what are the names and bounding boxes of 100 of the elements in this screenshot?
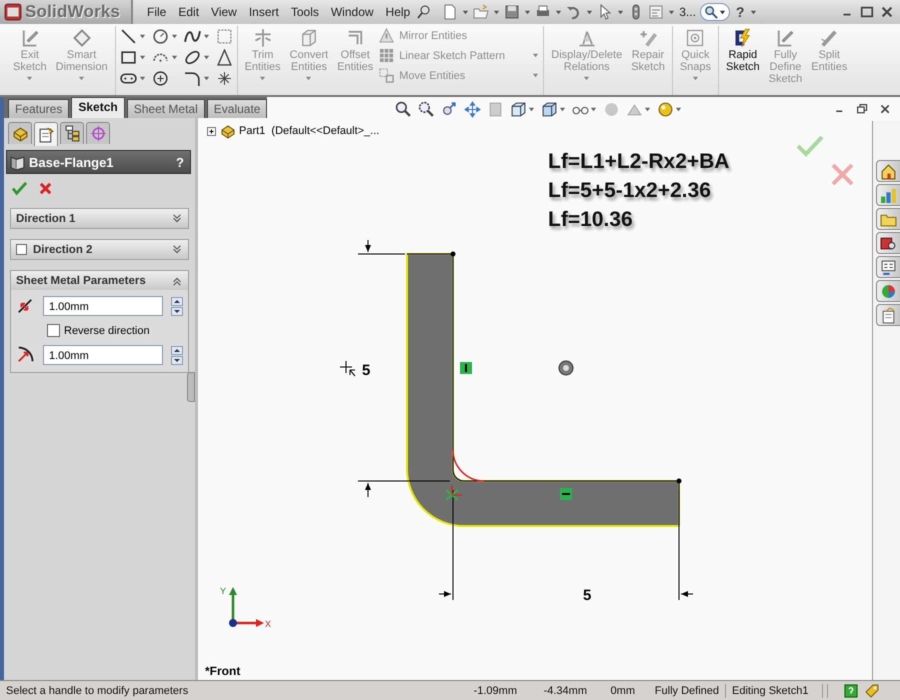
zoom-fit-icon[interactable] (395, 100, 412, 118)
panel-tab[interactable] (60, 122, 84, 144)
menu-item[interactable]: Window (324, 2, 380, 22)
task-pane-tab[interactable] (876, 232, 900, 254)
menu-item[interactable]: Edit (172, 2, 206, 22)
line-icon[interactable] (120, 28, 137, 45)
caret-icon[interactable] (559, 106, 566, 112)
checkbox[interactable] (47, 324, 60, 337)
caret-icon[interactable] (718, 8, 726, 16)
help-button[interactable]: ? (176, 154, 184, 170)
save-icon[interactable] (504, 4, 520, 20)
caret-icon[interactable] (493, 8, 500, 16)
spin-up-icon[interactable] (171, 296, 183, 306)
view-cube-icon[interactable] (510, 100, 527, 118)
toolbar-button[interactable]: Rapid Sketch (723, 26, 763, 75)
ellipse-icon[interactable] (184, 49, 201, 66)
tab[interactable]: Sketch (71, 97, 125, 118)
caret-icon[interactable] (462, 8, 470, 16)
chevron-icon[interactable] (171, 244, 183, 256)
triangle-icon[interactable] (216, 49, 233, 66)
menu-item[interactable]: Help (380, 2, 416, 22)
caret-icon[interactable] (170, 33, 178, 40)
help-icon[interactable] (844, 684, 858, 698)
menu-item[interactable]: Insert (242, 2, 285, 22)
caret-icon[interactable] (586, 8, 594, 16)
home-icon[interactable] (880, 162, 897, 180)
spin-down-icon[interactable] (171, 306, 183, 316)
bar-chart-icon[interactable] (880, 186, 897, 204)
corner-icon[interactable] (184, 70, 201, 87)
caret-icon[interactable] (675, 106, 682, 112)
spin-up-icon[interactable] (171, 346, 183, 354)
menu-item[interactable]: View (205, 2, 243, 22)
caret-icon[interactable] (524, 8, 532, 16)
checkbox[interactable] (16, 244, 27, 255)
caret-icon[interactable] (617, 8, 624, 16)
section-header[interactable]: Direction 2 (11, 240, 188, 259)
menu-item[interactable]: Tools (284, 2, 325, 22)
property-sheet-icon[interactable] (38, 126, 54, 143)
color-sphere-icon[interactable] (880, 282, 897, 300)
panel-tab[interactable] (34, 122, 58, 146)
ok-check-icon[interactable] (11, 181, 28, 196)
panel-tab[interactable] (8, 122, 32, 144)
tree-diagram-icon[interactable] (64, 125, 80, 142)
dimension-value[interactable]: 5 (583, 587, 592, 604)
confirm-check-icon[interactable] (796, 136, 824, 157)
knob-icon[interactable] (558, 360, 574, 376)
palette-list-icon[interactable] (880, 258, 897, 276)
cancel-icon[interactable] (38, 181, 53, 196)
search-icon[interactable] (704, 4, 719, 20)
section-header[interactable]: Sheet Metal Parameters (11, 271, 188, 290)
close-icon[interactable] (879, 102, 892, 116)
caret-icon[interactable] (202, 33, 210, 40)
task-pane-tab[interactable] (876, 160, 900, 182)
lightning-icon[interactable] (732, 28, 753, 48)
tab[interactable]: Evaluate (206, 99, 268, 118)
previous-view-icon[interactable] (441, 100, 458, 118)
close-icon[interactable] (880, 5, 894, 19)
rectangle-icon[interactable] (120, 49, 137, 66)
display-cube-icon[interactable] (541, 100, 558, 118)
dashed-square-icon[interactable] (216, 28, 233, 45)
clipboard-icon[interactable] (880, 306, 897, 324)
cube-magnifier-icon[interactable] (880, 234, 897, 252)
caret-icon[interactable] (528, 106, 535, 112)
asterisk-icon[interactable] (216, 70, 233, 87)
caret-icon[interactable] (138, 33, 146, 40)
crosshair-icon[interactable] (90, 125, 106, 142)
circle-plus-icon[interactable] (152, 70, 169, 87)
panel-splitter-handle[interactable] (187, 372, 195, 402)
caret-icon[interactable] (644, 106, 651, 112)
caret-icon[interactable] (668, 8, 676, 16)
tag-icon[interactable] (864, 682, 880, 698)
caret-icon[interactable] (555, 8, 562, 16)
search-field[interactable] (700, 3, 730, 21)
options-icon[interactable] (648, 4, 664, 20)
spin-down-icon[interactable] (171, 356, 183, 364)
caret-icon[interactable] (750, 8, 758, 16)
circle-icon[interactable] (152, 28, 169, 45)
part-icon[interactable] (12, 125, 28, 142)
restore-icon[interactable] (856, 102, 869, 116)
open-folder-icon[interactable] (473, 4, 490, 20)
tab[interactable]: Features (8, 99, 70, 118)
expand-box-icon[interactable] (206, 126, 217, 136)
caret-icon[interactable] (590, 106, 597, 112)
lamp-icon[interactable] (657, 100, 674, 118)
tree-item[interactable]: Part1 (Default<<Default>_... (239, 125, 380, 137)
spline-icon[interactable] (184, 28, 201, 45)
chevron-icon[interactable] (171, 212, 183, 224)
tab[interactable]: Sheet Metal (126, 99, 205, 118)
move-icon[interactable] (464, 100, 481, 118)
task-pane-tab[interactable] (876, 256, 900, 278)
maximize-icon[interactable] (860, 5, 874, 19)
task-pane-tab[interactable] (876, 304, 900, 326)
section-header[interactable]: Direction 1 (11, 209, 188, 228)
menu-item[interactable]: File (141, 2, 172, 22)
help-button[interactable]: ? (734, 4, 746, 20)
zoom-area-icon[interactable] (418, 100, 435, 118)
new-document-icon[interactable] (442, 4, 458, 20)
dimension-value[interactable]: 5 (362, 362, 370, 379)
number-field[interactable]: 1.00mm (43, 345, 163, 365)
number-field[interactable]: 1.00mm (43, 296, 163, 316)
